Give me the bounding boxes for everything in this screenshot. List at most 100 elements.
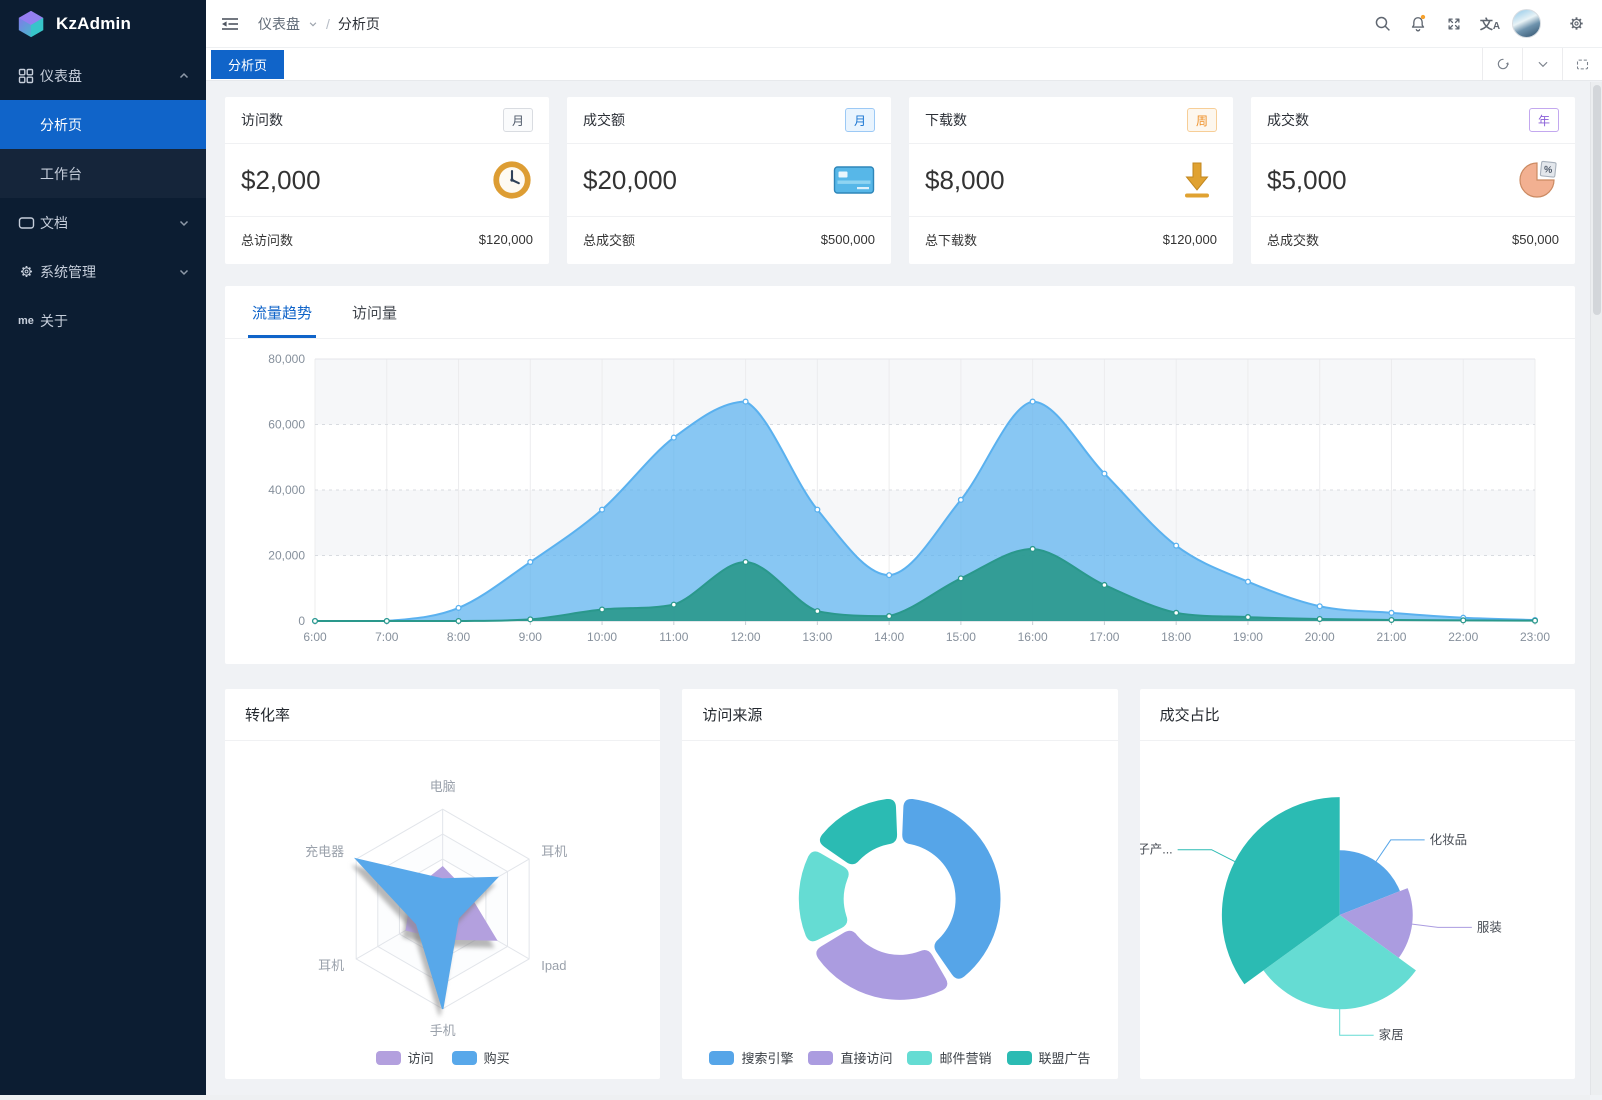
tab-traffic-trend[interactable]: 流量趋势 bbox=[252, 302, 312, 338]
svg-text:10:00: 10:00 bbox=[587, 630, 617, 644]
donut-legend: 搜索引擎直接访问 邮件营销 联盟广告 bbox=[682, 1048, 1117, 1067]
stat-card-deals: 成交数 年 $5,000 % 总 bbox=[1251, 97, 1575, 264]
sidebar-item-system[interactable]: 系统管理 bbox=[0, 247, 206, 296]
stat-title: 访问数 bbox=[241, 110, 283, 130]
settings-icon[interactable] bbox=[1558, 0, 1594, 48]
legend-label: 购买 bbox=[484, 1048, 510, 1067]
svg-text:手机: 手机 bbox=[430, 1023, 456, 1038]
breadcrumb-separator: / bbox=[326, 16, 330, 32]
svg-text:电脑: 电脑 bbox=[430, 779, 456, 794]
svg-text:8:00: 8:00 bbox=[447, 630, 471, 644]
pie-icon: % bbox=[1517, 159, 1559, 201]
tab-visit-volume[interactable]: 访问量 bbox=[352, 302, 397, 338]
legend-item[interactable]: 直接访问 bbox=[808, 1048, 892, 1067]
svg-text:22:00: 22:00 bbox=[1448, 630, 1478, 644]
tab-label: 分析页 bbox=[228, 55, 267, 74]
chevron-down-icon[interactable] bbox=[1522, 48, 1562, 80]
period-badge: 周 bbox=[1187, 108, 1217, 132]
sidebar-item-label: 分析页 bbox=[40, 115, 82, 135]
page-tabbar: 分析页 bbox=[206, 48, 1602, 81]
breadcrumb: 仪表盘 / 分析页 bbox=[258, 14, 380, 34]
sidebar-item-dashboard[interactable]: 仪表盘 bbox=[0, 51, 206, 100]
credit-card-icon bbox=[833, 165, 875, 195]
sidebar-item-workbench[interactable]: 工作台 bbox=[0, 149, 206, 198]
panel-title: 转化率 bbox=[225, 689, 660, 741]
period-badge: 月 bbox=[845, 108, 875, 132]
svg-text:7:00: 7:00 bbox=[375, 630, 399, 644]
legend-label: 联盟广告 bbox=[1039, 1048, 1091, 1067]
chevron-down-icon bbox=[178, 217, 190, 229]
app-window: KzAdmin 仪表盘 分析页 工作台 bbox=[0, 0, 1602, 1100]
conversion-panel: 转化率 电脑耳机Ipad手机耳机充电器 访问购买 bbox=[225, 689, 660, 1079]
sidebar-item-about[interactable]: me 关于 bbox=[0, 296, 206, 345]
refresh-icon[interactable] bbox=[1482, 48, 1522, 80]
legend-item[interactable]: 购买 bbox=[452, 1048, 510, 1067]
main-area: 仪表盘 / 分析页 bbox=[206, 0, 1602, 1100]
legend-item[interactable]: 搜索引擎 bbox=[709, 1048, 793, 1067]
stat-footer-label: 总成交数 bbox=[1267, 230, 1319, 249]
panel-title: 成交占比 bbox=[1140, 689, 1575, 741]
stat-value: $5,000 bbox=[1267, 165, 1347, 196]
sidebar-item-docs[interactable]: 文档 bbox=[0, 198, 206, 247]
tab-analysis[interactable]: 分析页 bbox=[211, 50, 284, 79]
svg-text:化妆品: 化妆品 bbox=[1429, 833, 1466, 847]
svg-text:20,000: 20,000 bbox=[268, 549, 305, 563]
stat-value: $2,000 bbox=[241, 165, 321, 196]
stat-card-downloads: 下载数 周 $8,000 总下载数 $120,000 bbox=[909, 97, 1233, 264]
vertical-scrollbar[interactable] bbox=[1590, 82, 1602, 1095]
svg-text:23:00: 23:00 bbox=[1520, 630, 1550, 644]
legend-item[interactable]: 邮件营销 bbox=[907, 1048, 991, 1067]
fullscreen-icon[interactable] bbox=[1436, 0, 1472, 48]
svg-text:9:00: 9:00 bbox=[519, 630, 543, 644]
legend-swatch bbox=[709, 1051, 734, 1065]
stat-title: 成交额 bbox=[583, 110, 625, 130]
svg-text:21:00: 21:00 bbox=[1376, 630, 1406, 644]
bell-icon[interactable] bbox=[1400, 0, 1436, 48]
svg-text:%: % bbox=[1543, 164, 1553, 176]
sidebar-item-analysis[interactable]: 分析页 bbox=[0, 100, 206, 149]
svg-text:11:00: 11:00 bbox=[659, 630, 688, 644]
scrollbar-thumb[interactable] bbox=[1593, 85, 1601, 315]
avatar[interactable] bbox=[1508, 0, 1544, 48]
stat-footer-value: $500,000 bbox=[821, 232, 875, 247]
search-icon[interactable] bbox=[1364, 0, 1400, 48]
horizontal-scrollbar[interactable] bbox=[0, 1095, 1590, 1100]
notification-dot bbox=[1421, 14, 1425, 18]
legend-item[interactable]: 访问 bbox=[376, 1048, 434, 1067]
svg-text:15:00: 15:00 bbox=[946, 630, 976, 644]
legend-label: 访问 bbox=[408, 1048, 434, 1067]
stat-title: 下载数 bbox=[925, 110, 967, 130]
svg-text:80,000: 80,000 bbox=[268, 352, 305, 366]
panel-title: 访问来源 bbox=[682, 689, 1117, 741]
menu-fold-icon[interactable] bbox=[216, 0, 244, 48]
svg-text:服装: 服装 bbox=[1477, 920, 1502, 934]
legend-swatch bbox=[376, 1051, 401, 1065]
me-icon: me bbox=[18, 312, 35, 329]
svg-text:耳机: 耳机 bbox=[318, 958, 344, 973]
logo-text: KzAdmin bbox=[56, 14, 131, 34]
period-badge: 年 bbox=[1529, 108, 1559, 132]
svg-text:19:00: 19:00 bbox=[1233, 630, 1263, 644]
breadcrumb-parent[interactable]: 仪表盘 bbox=[258, 14, 300, 34]
dashboard-icon bbox=[18, 67, 35, 84]
app-logo[interactable]: KzAdmin bbox=[0, 0, 206, 48]
maximize-icon[interactable] bbox=[1562, 48, 1602, 80]
svg-text:13:00: 13:00 bbox=[802, 630, 832, 644]
legend-item[interactable]: 联盟广告 bbox=[1007, 1048, 1091, 1067]
traffic-trend-area-chart: 6:007:008:009:0010:0011:0012:0013:0014:0… bbox=[241, 349, 1559, 649]
translate-icon[interactable]: 文A bbox=[1472, 0, 1508, 48]
svg-text:18:00: 18:00 bbox=[1161, 630, 1191, 644]
stat-footer-label: 总访问数 bbox=[241, 230, 293, 249]
svg-text:6:00: 6:00 bbox=[303, 630, 327, 644]
chevron-up-icon bbox=[178, 70, 190, 82]
legend-label: 邮件营销 bbox=[939, 1048, 991, 1067]
period-badge: 月 bbox=[503, 108, 533, 132]
deal-share-rose-chart: 化妆品服装家居电子产... bbox=[1140, 741, 1575, 1079]
gear-icon bbox=[18, 263, 35, 280]
visit-source-panel: 访问来源 搜索引擎直接访问 邮件营销 联盟广告 bbox=[682, 689, 1117, 1079]
sidebar-item-label: 关于 bbox=[40, 311, 68, 331]
svg-text:12:00: 12:00 bbox=[731, 630, 761, 644]
stat-card-visits: 访问数 月 $2,000 总访问数 $120 bbox=[225, 97, 549, 264]
svg-text:60,000: 60,000 bbox=[268, 418, 305, 432]
download-icon bbox=[1177, 159, 1217, 201]
